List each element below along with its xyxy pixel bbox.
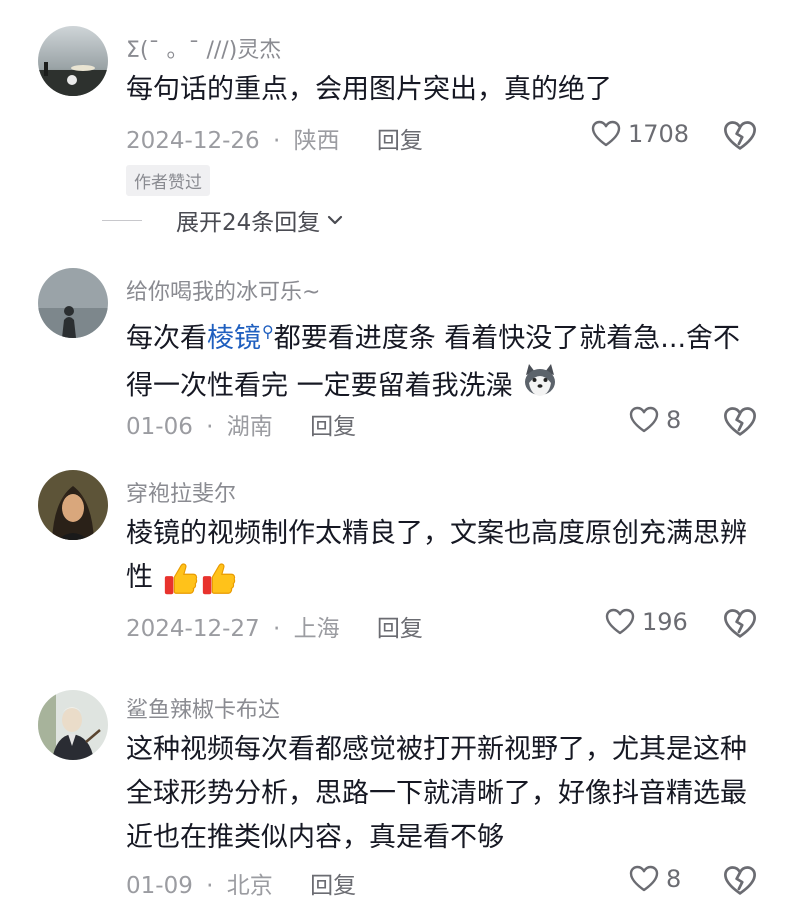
comment-location: 北京 [226, 873, 273, 899]
expand-replies-label: 展开24条回复 [176, 210, 321, 236]
avatar[interactable] [38, 268, 108, 338]
heart-outline-icon [628, 404, 660, 436]
comment-date: 01-09 [126, 873, 193, 899]
avatar[interactable] [38, 690, 108, 760]
comment-username[interactable]: Σ(ˉ 。ˉ ///)灵杰 [126, 32, 281, 64]
comment-date: 2024-12-27 [126, 616, 260, 642]
meta-separator: · [206, 414, 214, 440]
comment-location: 陕西 [293, 128, 340, 154]
thumbs-up-emoji-icon [200, 560, 238, 598]
reply-button[interactable]: 回复 [310, 873, 356, 899]
comment-text: 每次看棱镜⚲都要看进度条 看着快没了就着急...舍不得一次性看完 一定要留着我洗… [126, 310, 766, 413]
comment-username[interactable]: 鲨鱼辣椒卡布达 [126, 692, 280, 724]
search-keyword-link[interactable]: 棱镜 [207, 323, 261, 354]
reply-button[interactable]: 回复 [377, 128, 423, 154]
comment-username[interactable]: 给你喝我的冰可乐~ [126, 274, 320, 306]
expand-divider [102, 219, 142, 221]
avatar[interactable] [38, 470, 108, 540]
like-button[interactable]: 8 [628, 404, 681, 436]
chevron-down-icon [328, 215, 343, 225]
husky-emoji-icon [521, 361, 559, 413]
comment-text: 这种视频每次看都感觉被打开新视野了，尤其是这种全球形势分析，思路一下就清晰了，好… [126, 734, 747, 853]
comment-text: 每句话的重点，会用图片突出，真的绝了 [126, 74, 612, 105]
like-count: 8 [666, 406, 682, 434]
comment-text-part: 每次看 [126, 323, 207, 354]
like-count: 196 [642, 608, 688, 636]
meta-separator: · [272, 616, 281, 642]
like-count: 8 [666, 865, 682, 893]
broken-heart-icon[interactable] [722, 118, 758, 154]
comment-meta: 01-06 · 湖南 回复 [126, 407, 356, 441]
thumbs-up-emoji-icon [162, 560, 200, 598]
like-count: 1708 [628, 120, 690, 148]
like-button[interactable]: 196 [604, 606, 688, 638]
comment-meta: 01-09 · 北京 回复 [126, 866, 356, 900]
like-button[interactable]: 1708 [590, 118, 689, 150]
heart-outline-icon [604, 606, 636, 638]
meta-separator: · [206, 873, 214, 899]
comment-text: 棱镜的视频制作太精良了，文案也高度原创充满思辨性 [126, 512, 766, 600]
expand-replies-button[interactable]: 展开24条回复 [102, 203, 346, 237]
like-button[interactable]: 8 [628, 863, 681, 895]
broken-heart-icon[interactable] [722, 404, 758, 440]
avatar[interactable] [38, 26, 108, 96]
broken-heart-icon[interactable] [722, 863, 758, 899]
reply-button[interactable]: 回复 [377, 616, 423, 642]
heart-outline-icon [590, 118, 622, 150]
comment-meta: 2024-12-26 · 陕西 回复 [126, 121, 423, 155]
broken-heart-icon[interactable] [722, 606, 758, 642]
comment-date: 2024-12-26 [126, 128, 260, 154]
comment-date: 01-06 [126, 414, 193, 440]
search-icon[interactable]: ⚲ [262, 322, 274, 341]
author-liked-badge: 作者赞过 [126, 165, 210, 196]
comment-username[interactable]: 穿袍拉斐尔 [126, 476, 236, 508]
reply-button[interactable]: 回复 [310, 414, 356, 440]
comment-location: 上海 [293, 616, 340, 642]
heart-outline-icon [628, 863, 660, 895]
comment-location: 湖南 [226, 414, 273, 440]
meta-separator: · [272, 128, 281, 154]
comment-meta: 2024-12-27 · 上海 回复 [126, 609, 423, 643]
